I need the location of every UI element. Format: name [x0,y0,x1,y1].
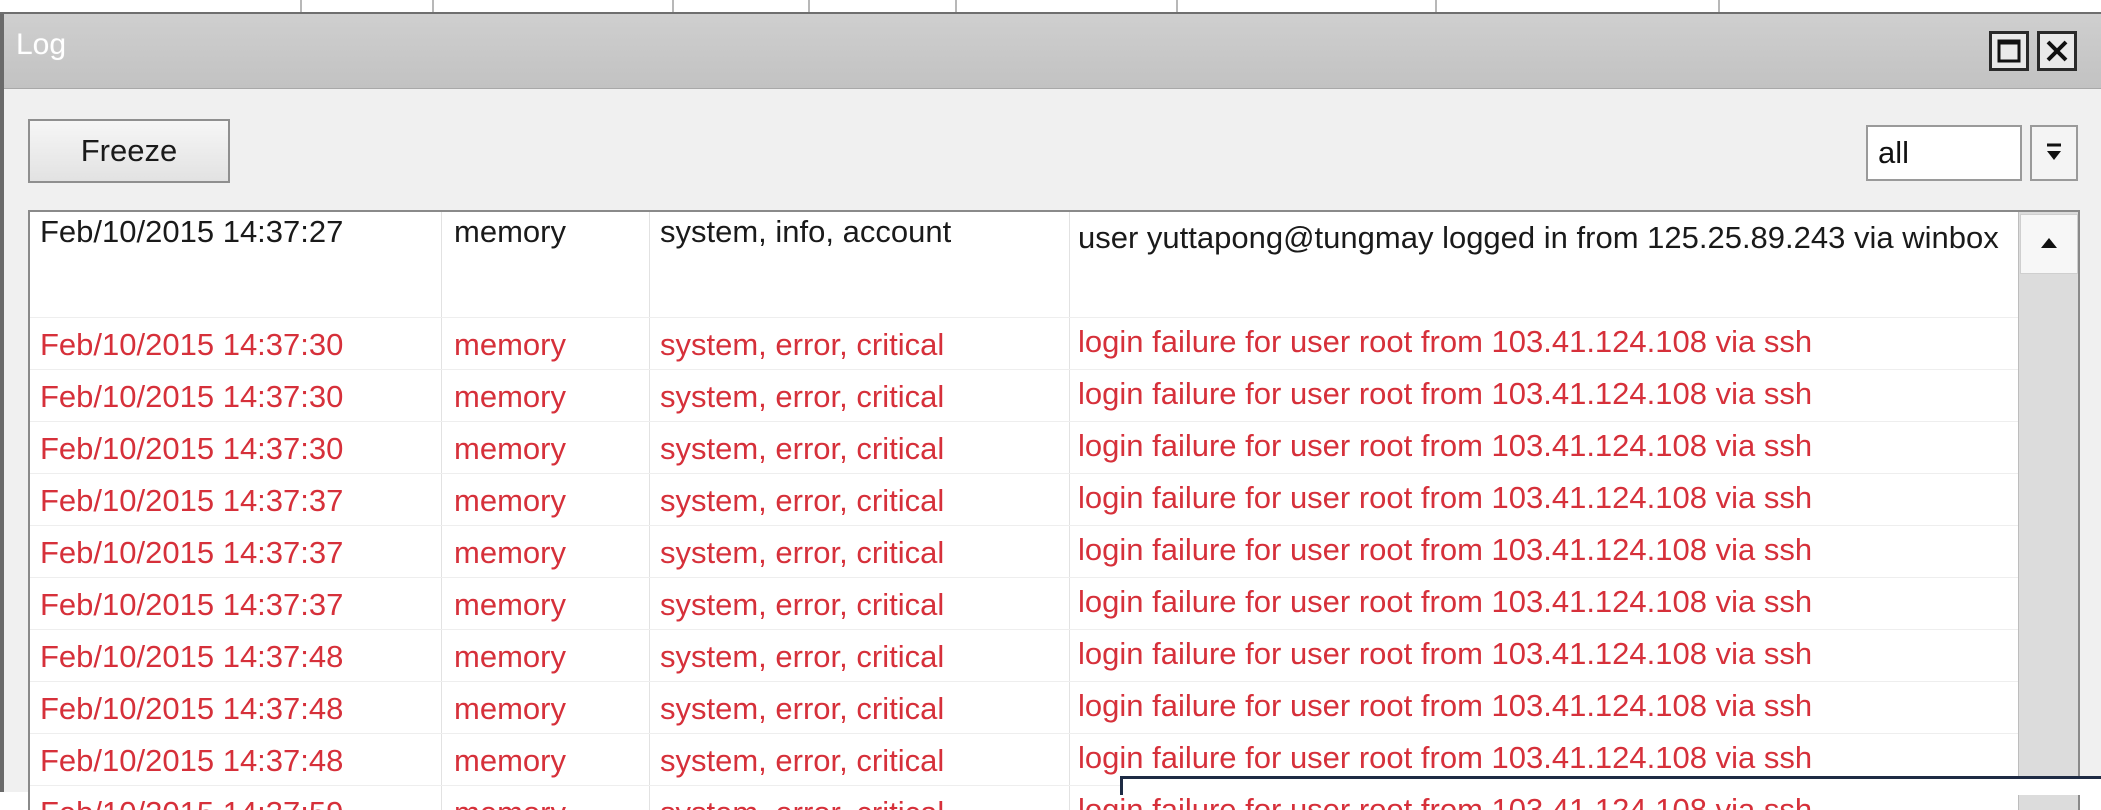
log-buffer-cell: memory [442,630,650,681]
background-separator [300,0,302,12]
log-buffer-cell: memory [442,212,650,317]
log-row[interactable]: Feb/10/2015 14:37:30 memory system, error,… [30,370,2018,422]
log-message-cell: login failure for user root from 103.41.… [1078,532,1813,567]
log-buffer-cell: memory [442,734,650,785]
log-topics-cell: system, error, critical [650,474,1070,525]
scroll-up-button[interactable] [2020,214,2078,274]
log-topics-cell: system, error, critical [650,734,1070,785]
log-time-cell: Feb/10/2015 14:37:48 [30,630,442,681]
log-time-cell: Feb/10/2015 14:37:37 [30,474,442,525]
maximize-icon [1997,39,2021,63]
log-buffer-cell: memory [442,682,650,733]
log-time-cell: Feb/10/2015 14:37:30 [30,318,442,369]
window-title: Log [16,28,67,61]
log-time-cell: Feb/10/2015 14:37:48 [30,734,442,785]
filter-dropdown-button[interactable] [2030,125,2078,181]
log-buffer-cell: memory [442,370,650,421]
log-buffer-cell: memory [442,318,650,369]
maximize-button[interactable] [1989,31,2029,71]
title-bar[interactable]: Log [4,14,2101,89]
toolbar: Freeze all [4,89,2101,201]
log-topics-cell: system, error, critical [650,682,1070,733]
log-buffer-cell: memory [442,474,650,525]
log-message-cell: login failure for user root from 103.41.… [1078,688,1813,723]
log-row[interactable]: Feb/10/2015 14:37:48 memory system, error,… [30,682,2018,734]
log-buffer-cell: memory [442,786,650,810]
log-rows: Feb/10/2015 14:37:27 memory system, info, … [30,212,2018,810]
log-message-cell: login failure for user root from 103.41.… [1078,636,1813,671]
log-row[interactable]: Feb/10/2015 14:37:27 memory system, info, … [30,212,2018,318]
log-time-cell: Feb/10/2015 14:37:48 [30,682,442,733]
log-topics-cell: system, error, critical [650,630,1070,681]
log-time-cell: Feb/10/2015 14:37:37 [30,578,442,629]
log-time-cell: Feb/10/2015 14:37:37 [30,526,442,577]
scroll-up-arrow-icon [2041,238,2057,248]
log-topics-cell: system, error, critical [650,370,1070,421]
log-table: Feb/10/2015 14:37:27 memory system, info, … [28,210,2080,810]
background-separator [672,0,674,12]
log-time-cell: Feb/10/2015 14:37:30 [30,422,442,473]
background-separator [1176,0,1178,12]
log-row[interactable]: Feb/10/2015 14:37:37 memory system, error,… [30,578,2018,630]
log-window: Log Freeze all Feb/10/2015 14:37:27 memor… [0,14,2101,810]
log-topics-cell: system, error, critical [650,526,1070,577]
log-message-cell: login failure for user root from 103.41.… [1078,324,1813,359]
log-time-cell: Feb/10/2015 14:37:30 [30,370,442,421]
close-icon [2046,40,2068,62]
background-separator [1718,0,1720,12]
log-message-cell: login failure for user root from 103.41.… [1078,480,1813,515]
topic-filter-select[interactable]: all [1866,125,2022,181]
log-topics-cell: system, info, account [650,212,1070,317]
log-row[interactable]: Feb/10/2015 14:37:37 memory system, error,… [30,526,2018,578]
log-buffer-cell: memory [442,578,650,629]
freeze-button[interactable]: Freeze [28,119,230,183]
background-separator [955,0,957,12]
log-row[interactable]: Feb/10/2015 14:37:37 memory system, error,… [30,474,2018,526]
background-separator [808,0,810,12]
log-time-cell: Feb/10/2015 14:37:59 [30,786,442,810]
log-buffer-cell: memory [442,526,650,577]
log-buffer-cell: memory [442,422,650,473]
background-separator [432,0,434,12]
log-row[interactable]: Feb/10/2015 14:37:48 memory system, error,… [30,630,2018,682]
log-row[interactable]: Feb/10/2015 14:37:30 memory system, error,… [30,318,2018,370]
log-message-cell: login failure for user root from 103.41.… [1078,584,1813,619]
log-time-cell: Feb/10/2015 14:37:27 [30,212,442,317]
log-topics-cell: system, error, critical [650,318,1070,369]
background-window-edge [0,0,2101,14]
log-topics-cell: system, error, critical [650,786,1070,810]
log-message-cell: login failure for user root from 103.41.… [1078,428,1813,463]
overlapping-window-edge [1120,776,2101,795]
log-row[interactable]: Feb/10/2015 14:37:30 memory system, error,… [30,422,2018,474]
close-button[interactable] [2037,31,2077,71]
log-message-cell: login failure for user root from 103.41.… [1078,376,1813,411]
vertical-scrollbar[interactable] [2018,212,2078,810]
dropdown-arrow-icon [2047,143,2061,160]
background-separator [1435,0,1437,12]
log-message-cell: user yuttapong@tungmay logged in from 12… [1078,220,1999,255]
log-topics-cell: system, error, critical [650,578,1070,629]
log-topics-cell: system, error, critical [650,422,1070,473]
